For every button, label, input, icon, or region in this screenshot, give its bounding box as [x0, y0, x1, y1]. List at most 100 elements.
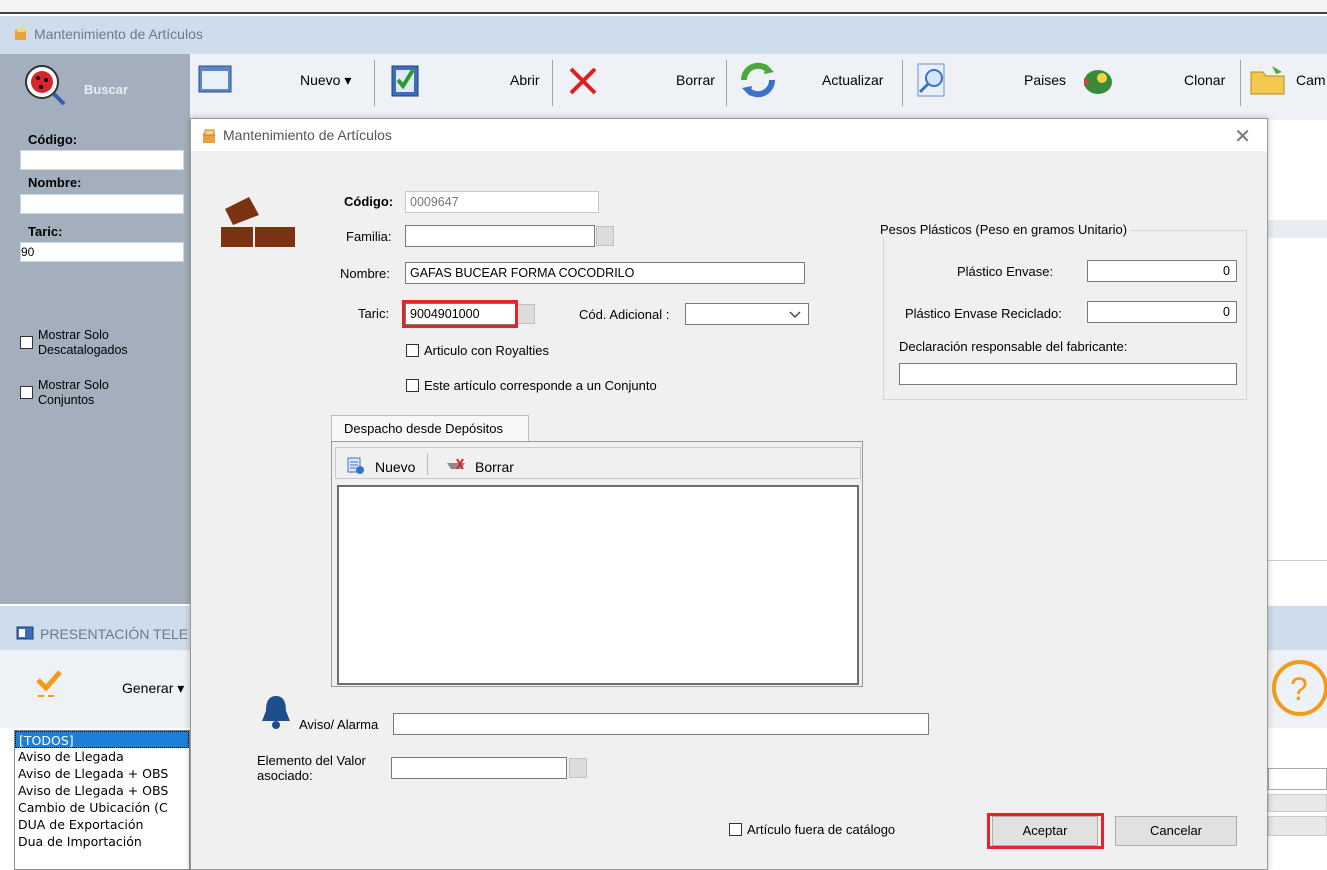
plastico-envase-input[interactable]: 0: [1087, 260, 1237, 282]
toolbar-separator: [726, 60, 727, 106]
list-item[interactable]: Aviso de Llegada + OBS: [15, 782, 189, 799]
elemento-lookup-button[interactable]: [569, 758, 587, 778]
taric-filter-label: Taric:: [28, 224, 63, 239]
aceptar-highlight: [987, 813, 1104, 849]
royalties-checkbox[interactable]: [406, 344, 419, 357]
declaracion-input[interactable]: [899, 363, 1237, 385]
fuera-catalogo-checkbox[interactable]: [729, 823, 742, 836]
help-icon[interactable]: ?: [1268, 656, 1327, 720]
conjunto-label: Este artículo corresponde a un Conjunto: [424, 378, 657, 393]
list-item[interactable]: DUA de Exportación: [15, 816, 189, 833]
codigo-filter-label: Código:: [28, 132, 78, 147]
close-icon[interactable]: ✕: [1234, 124, 1251, 149]
plastico-reciclado-label: Plástico Envase Reciclado:: [905, 306, 1062, 321]
parrot-icon[interactable]: [1076, 64, 1116, 98]
cod-adicional-label: Cód. Adicional :: [579, 307, 670, 322]
paises-button[interactable]: Paises: [1024, 72, 1066, 88]
svg-text:?: ?: [1290, 671, 1308, 707]
clonar-button[interactable]: Clonar: [1184, 72, 1225, 88]
familia-lookup-button[interactable]: [596, 226, 614, 246]
toolbar-separator: [427, 453, 428, 475]
aviso-label: Aviso/ Alarma: [299, 717, 379, 732]
codigo-label: Código:: [344, 194, 394, 209]
list-item[interactable]: [TODOS]: [15, 731, 189, 748]
royalties-label: Articulo con Royalties: [424, 343, 549, 358]
folder-open-icon[interactable]: [1248, 62, 1288, 98]
toolbar-separator: [1240, 60, 1241, 106]
nuevo-button[interactable]: Nuevo ▾: [300, 72, 351, 89]
taric-filter-input[interactable]: 90: [20, 242, 184, 262]
chevron-down-icon[interactable]: [789, 310, 801, 320]
bricks-icon: [221, 197, 295, 247]
plastico-reciclado-input[interactable]: 0: [1087, 301, 1237, 323]
codigo-input[interactable]: 0009647: [405, 191, 599, 213]
toolbar-separator: [552, 60, 553, 106]
article-dialog: Mantenimiento de Artículos ✕ Código: 000…: [190, 118, 1268, 870]
bottom-right-field[interactable]: [1268, 768, 1327, 790]
message-type-list[interactable]: [TODOS] Aviso de Llegada Aviso de Llegad…: [14, 730, 190, 870]
grid-footer: [1268, 560, 1327, 600]
new-window-icon[interactable]: [196, 62, 236, 98]
checklist-icon[interactable]: [386, 60, 426, 100]
abrir-button[interactable]: Abrir: [510, 72, 540, 88]
list-item[interactable]: Aviso de Llegada + OBS: [15, 765, 189, 782]
elemento-input[interactable]: [391, 757, 567, 779]
list-item[interactable]: Aviso de Llegada: [15, 748, 189, 765]
grid-row: [1268, 220, 1327, 238]
conjunto-checkbox[interactable]: [406, 379, 419, 392]
taric-filter-value: 90: [21, 245, 35, 259]
declaracion-label: Declaración responsable del fabricante:: [899, 339, 1128, 354]
list-item[interactable]: Cambio de Ubicación (C: [15, 799, 189, 816]
dialog-title: Mantenimiento de Artículos: [223, 127, 392, 143]
nombre-label: Nombre:: [340, 266, 390, 281]
window-app-icon: [203, 129, 215, 143]
aviso-input[interactable]: [393, 713, 929, 735]
nombre-input[interactable]: GAFAS BUCEAR FORMA COCODRILO: [405, 262, 805, 284]
generar-button[interactable]: Generar ▾: [122, 680, 184, 697]
tab-label: Despacho desde Depósitos: [344, 421, 503, 436]
window-app-icon: [16, 626, 34, 640]
tab-despacho-depositos[interactable]: Despacho desde Depósitos: [331, 415, 529, 441]
bottom-right-field[interactable]: [1268, 794, 1327, 812]
sub-nuevo-button[interactable]: Nuevo: [375, 459, 415, 475]
window-app-icon: [15, 28, 26, 40]
taric-label: Taric:: [358, 306, 390, 321]
sub-borrar-button[interactable]: Borrar: [475, 459, 514, 475]
bell-icon: [262, 696, 290, 729]
nombre-filter-label: Nombre:: [28, 175, 82, 190]
bottom-right-field[interactable]: [1268, 816, 1327, 836]
solo-descatalogados-checkbox[interactable]: [20, 336, 33, 349]
plastico-envase-label: Plástico Envase:: [957, 264, 1054, 279]
toolbar-separator: [902, 60, 903, 106]
depositos-grid[interactable]: [337, 485, 859, 685]
familia-label: Familia:: [346, 229, 392, 244]
nombre-filter-input[interactable]: [20, 194, 184, 214]
pesos-plasticos-title: Pesos Plásticos (Peso en gramos Unitario…: [877, 222, 1131, 237]
bg-window-title: Mantenimiento de Artículos: [34, 26, 203, 42]
fuera-catalogo-label: Artículo fuera de catálogo: [747, 822, 896, 837]
taric-lookup-button[interactable]: [517, 304, 535, 324]
delete-tool-icon[interactable]: [445, 455, 469, 475]
ladybug-search-icon[interactable]: [22, 62, 68, 108]
solo-descatalogados-label: Mostrar Solo Descatalogados: [38, 328, 128, 357]
actualizar-button[interactable]: Actualizar: [822, 72, 883, 88]
bottom-window-title: PRESENTACIÓN TELE: [40, 626, 189, 642]
refresh-icon[interactable]: [736, 60, 780, 100]
solo-conjuntos-label: Mostrar Solo Conjuntos: [38, 378, 109, 407]
toolbar-separator: [374, 60, 375, 106]
add-document-icon[interactable]: [345, 455, 365, 475]
codigo-filter-input[interactable]: [20, 150, 184, 170]
delete-x-icon[interactable]: [566, 64, 600, 98]
search-document-icon[interactable]: [912, 60, 952, 100]
top-strip: [0, 0, 1327, 14]
familia-input[interactable]: [405, 225, 595, 247]
buscar-button[interactable]: Buscar: [84, 82, 128, 97]
borrar-button[interactable]: Borrar: [676, 72, 715, 88]
cam-button[interactable]: Cam: [1296, 72, 1326, 88]
taric-highlight: [402, 300, 518, 328]
elemento-label: Elemento del Valor asociado:: [257, 753, 366, 783]
cancelar-button[interactable]: Cancelar: [1115, 816, 1237, 846]
list-item[interactable]: Dua de Importación: [15, 833, 189, 850]
solo-conjuntos-checkbox[interactable]: [20, 386, 33, 399]
checkmark-icon[interactable]: [34, 666, 64, 700]
